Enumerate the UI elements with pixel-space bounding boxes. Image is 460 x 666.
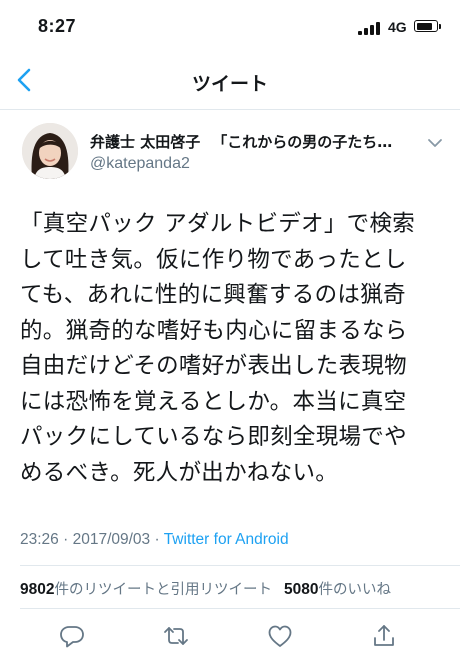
tweet-meta: 23:26 · 2017/09/03 · Twitter for Android: [20, 531, 289, 549]
like-label: 件のいいね: [318, 582, 391, 598]
meta-separator: ·: [154, 531, 160, 548]
tweet-text-line: 自由だけどその嗜好が表出した表現物: [20, 353, 407, 379]
author-name[interactable]: 弁護士 太田啓子: [90, 133, 200, 151]
tweet-text-line: 「真空パック アダルトビデオ」で検索: [20, 211, 416, 237]
signal-strength-icon: [358, 21, 384, 35]
tweet-actions: [0, 612, 460, 662]
tweet-text-line: ても、あれに性的に興奮するのは猟奇: [20, 282, 406, 308]
network-type: 4G: [388, 19, 407, 35]
status-time: 8:27: [38, 16, 77, 36]
divider: [20, 565, 460, 566]
battery-icon: [414, 20, 438, 32]
retweet-count: 9802: [20, 581, 55, 598]
share-icon: [374, 625, 394, 646]
status-bar: 8:27 4G: [0, 0, 460, 50]
retweet-button[interactable]: [162, 622, 190, 650]
tweet-text-line: めるべき。死人が出かねない。: [20, 459, 339, 486]
retweet-icon: [164, 627, 188, 645]
tweet-time: 23:26: [20, 531, 59, 548]
tweet-client-link[interactable]: Twitter for Android: [164, 531, 289, 548]
tweet-text-line: して吐き気。仮に作り物であったとし: [20, 246, 407, 273]
tweet-text-line: パックにしているなら即刻全現場でや: [20, 424, 407, 450]
author-line[interactable]: 弁護士 太田啓子 「これからの男の子たち…: [90, 131, 420, 152]
like-count: 5080: [283, 581, 319, 598]
page-title: ツイート: [191, 73, 268, 95]
tweet-text-line: には恐怖を覚えるとしか。本当に真空: [20, 388, 407, 415]
chevron-down-icon: [428, 139, 442, 147]
like-button[interactable]: [266, 622, 294, 650]
meta-separator: ·: [63, 531, 69, 548]
author-bio: 「これからの男の子たち…: [212, 133, 393, 151]
tweet-text-line: 的。猟奇的な嗜好も内心に留まるなら: [20, 317, 408, 344]
author-handle[interactable]: @katepanda2: [90, 155, 190, 173]
retweets-stat[interactable]: 9802件のリツイートと引用リツイート: [20, 581, 272, 598]
like-icon: [268, 625, 292, 647]
avatar[interactable]: [22, 123, 78, 179]
retweet-label: 件のリツイートと引用リツイート: [54, 582, 272, 598]
likes-stat[interactable]: 5080件のいいね: [283, 581, 391, 598]
tweet-date: 2017/09/03: [72, 531, 151, 548]
divider: [20, 608, 460, 609]
more-options-button[interactable]: [426, 135, 444, 149]
share-button[interactable]: [370, 622, 398, 650]
reply-button[interactable]: [58, 622, 86, 650]
reply-icon: [60, 626, 84, 648]
tweet-text: 「真空パック アダルトビデオ」で検索 して吐き気。仮に作り物であったとし ても、…: [20, 207, 440, 491]
nav-bar: ツイート: [0, 50, 460, 110]
battery-tip: [439, 24, 441, 29]
tweet-stats: 9802件のリツイートと引用リツイート 5080件のいいね: [20, 578, 391, 599]
